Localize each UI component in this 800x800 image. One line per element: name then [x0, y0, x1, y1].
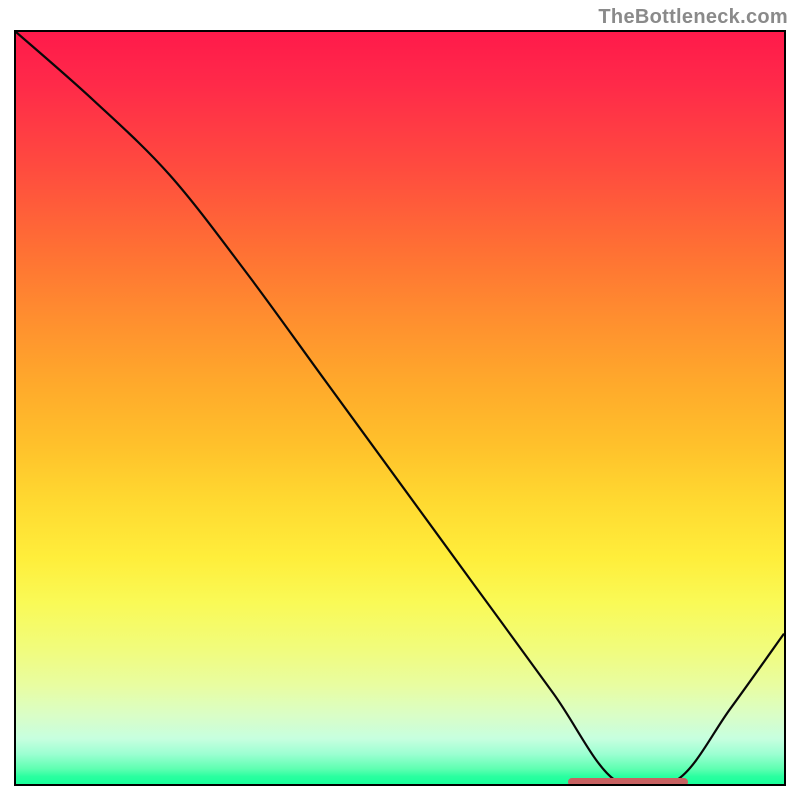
- chart-frame: TheBottleneck.com: [0, 0, 800, 800]
- plot-area: [14, 30, 786, 786]
- curve-path: [16, 32, 784, 784]
- optimal-range-marker: [568, 778, 688, 786]
- line-curve: [16, 32, 784, 784]
- watermark-text: TheBottleneck.com: [598, 6, 788, 29]
